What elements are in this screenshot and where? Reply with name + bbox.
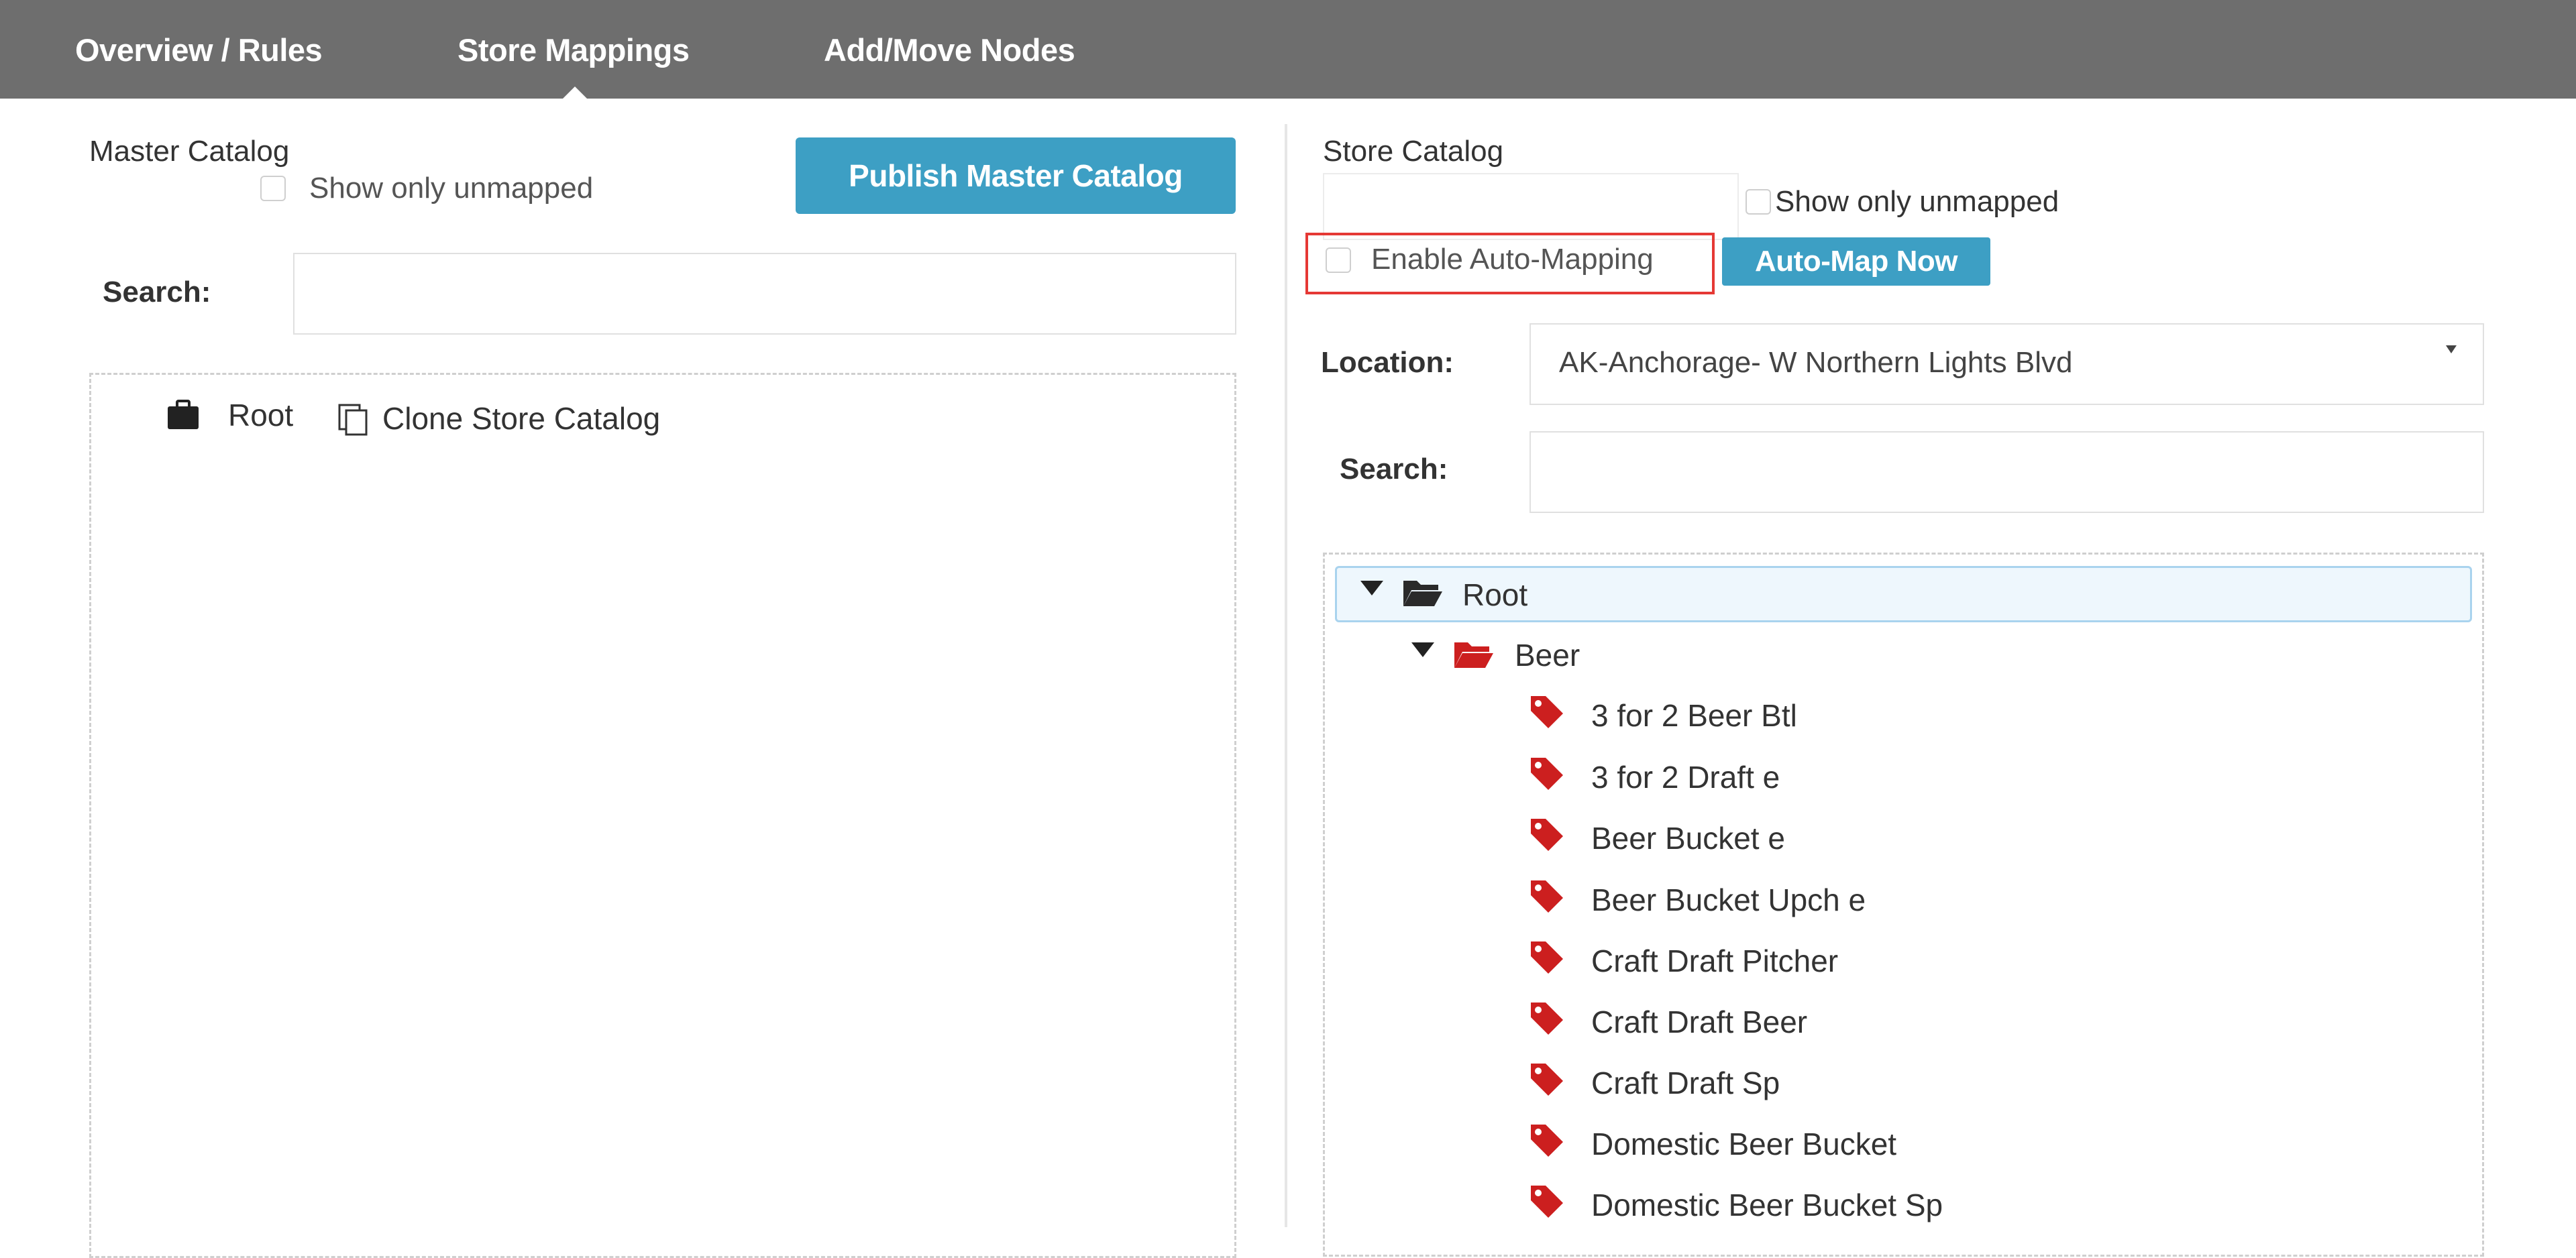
tree-item-label: Craft Draft Sp xyxy=(1591,1066,1780,1100)
tree-item-label: 3 for 2 Beer Btl xyxy=(1591,698,1797,733)
panel-divider xyxy=(1285,124,1287,1227)
dropdown-arrow-icon[interactable] xyxy=(2446,345,2457,353)
tree-item-label: Craft Draft Beer xyxy=(1591,1005,1808,1039)
caret-down-icon[interactable] xyxy=(1360,581,1383,600)
master-show-unmapped-checkbox[interactable] xyxy=(260,176,286,201)
location-value: AK-Anchorage- W Northern Lights Blvd xyxy=(1559,346,2073,379)
store-search-label: Search: xyxy=(1340,453,1448,485)
store-show-unmapped-label: Show only unmapped xyxy=(1775,185,2059,218)
tab-add-move-nodes[interactable]: Add/Move Nodes xyxy=(824,0,1075,99)
copy-icon[interactable] xyxy=(337,402,370,441)
store-catalog-title: Store Catalog xyxy=(1323,135,1504,168)
location-label: Location: xyxy=(1321,346,1454,379)
tree-item-label: Domestic Beer Bucket xyxy=(1591,1127,1897,1161)
tag-icon xyxy=(1529,695,1564,733)
store-catalog-select[interactable] xyxy=(1323,173,1739,240)
tag-icon xyxy=(1529,1062,1564,1100)
top-navigation: Overview / Rules Store Mappings Add/Move… xyxy=(0,0,2576,100)
tag-icon xyxy=(1529,1184,1564,1222)
tree-item-label: Craft Draft Pitcher xyxy=(1591,944,1839,978)
master-search-input[interactable] xyxy=(293,253,1236,335)
tag-icon xyxy=(1529,1001,1564,1039)
tag-icon xyxy=(1529,879,1564,917)
master-search-label: Search: xyxy=(103,276,211,308)
folder-open-icon xyxy=(1402,577,1444,611)
active-tab-indicator xyxy=(561,87,588,100)
tag-icon xyxy=(1529,817,1564,856)
auto-map-now-button[interactable]: Auto-Map Now xyxy=(1722,237,1990,286)
master-catalog-title: Master Catalog xyxy=(89,135,290,168)
store-search-input[interactable] xyxy=(1529,431,2484,513)
briefcase-icon xyxy=(166,400,200,434)
master-show-unmapped-label: Show only unmapped xyxy=(309,172,594,205)
tree-item-label: Domestic Beer Bucket Sp xyxy=(1591,1188,1943,1222)
enable-auto-mapping-label: Enable Auto-Mapping xyxy=(1371,243,1654,276)
tree-item-label: 3 for 2 Draft e xyxy=(1591,760,1780,795)
store-tree-panel xyxy=(1323,553,2484,1257)
store-tree-root-label: Root xyxy=(1462,577,1528,612)
beer-folder-label[interactable]: Beer xyxy=(1515,637,1580,673)
enable-auto-mapping-checkbox[interactable] xyxy=(1326,247,1351,273)
tag-icon xyxy=(1529,756,1564,795)
store-show-unmapped-checkbox[interactable] xyxy=(1746,189,1771,215)
tab-overview-rules[interactable]: Overview / Rules xyxy=(75,0,323,99)
tag-icon xyxy=(1529,1123,1564,1161)
tree-item-label: Beer Bucket e xyxy=(1591,821,1785,856)
publish-master-catalog-button[interactable]: Publish Master Catalog xyxy=(796,137,1236,214)
folder-open-icon xyxy=(1453,638,1495,673)
location-select[interactable]: AK-Anchorage- W Northern Lights Blvd xyxy=(1529,323,2484,405)
master-tree-panel xyxy=(89,373,1236,1258)
master-tree-root-label[interactable]: Root xyxy=(228,397,293,433)
tab-store-mappings[interactable]: Store Mappings xyxy=(458,0,690,99)
tag-icon xyxy=(1529,940,1564,978)
caret-down-icon[interactable] xyxy=(1411,642,1434,662)
tree-item-label: Beer Bucket Upch e xyxy=(1591,882,1866,917)
clone-store-catalog-label[interactable]: Clone Store Catalog xyxy=(382,400,660,437)
